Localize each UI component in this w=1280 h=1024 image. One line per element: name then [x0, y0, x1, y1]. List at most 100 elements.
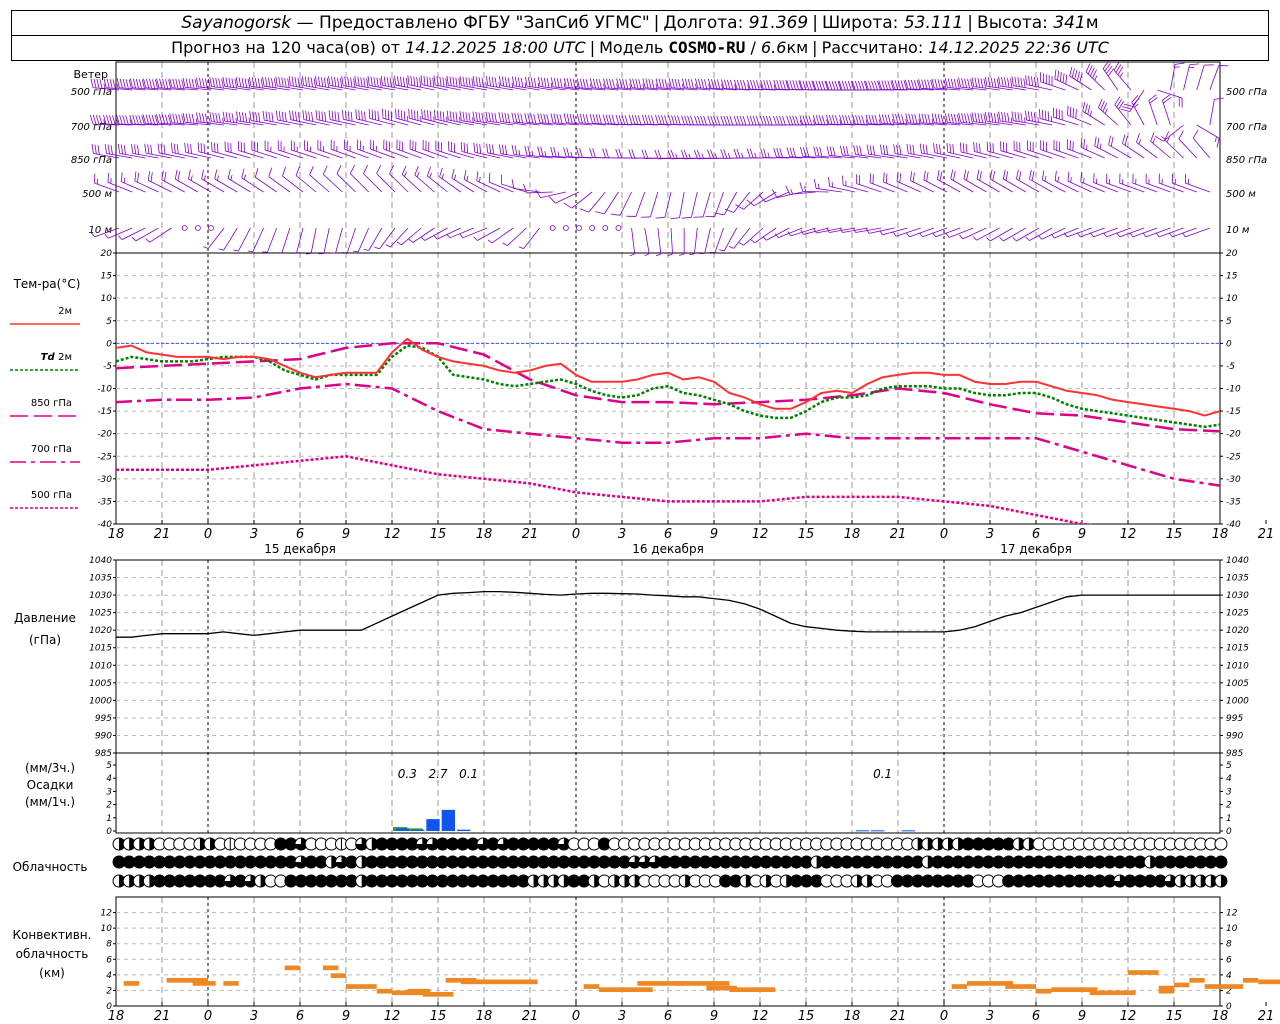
wind-barb-half-feather — [479, 176, 481, 183]
wind-barb-half-feather — [817, 183, 820, 189]
wind-barb-shaft — [896, 180, 921, 193]
wind-barb-half-feather — [655, 253, 662, 257]
wind-barb-shaft — [227, 178, 251, 193]
wind-barb-feather — [763, 79, 767, 90]
wind-barb-feather — [813, 146, 817, 156]
wind-barb-feather — [347, 77, 350, 87]
wind-barb-half-feather — [932, 232, 937, 238]
wind-barb-feather — [455, 77, 458, 87]
wind-barb-shaft — [281, 227, 291, 253]
wind-barb-shaft — [690, 191, 698, 218]
wind-barb-feather — [980, 78, 984, 88]
wind-barb-feather — [185, 78, 189, 88]
wind-barb-calm — [181, 225, 188, 231]
wind-barb-feather — [566, 78, 570, 88]
wind-barb-feather — [218, 113, 221, 123]
wind-barb-feather — [618, 148, 623, 159]
wind-barb-feather — [197, 142, 200, 152]
time-tick-label: 12 — [752, 1009, 769, 1024]
wind-barb-feather — [950, 113, 954, 124]
wind-barb-shaft — [369, 118, 396, 126]
wind-barb-feather — [795, 115, 799, 125]
prec-y-label: Осадки — [27, 778, 74, 792]
wind-barb-feather — [341, 109, 344, 120]
wind-barb-shaft — [1209, 65, 1220, 91]
wind-barb-half-feather — [959, 234, 964, 240]
wind-barb-feather — [716, 115, 721, 126]
wind-barb-feather — [273, 78, 277, 89]
wind-barb-feather — [736, 148, 741, 159]
wind-barb-shaft — [1163, 124, 1184, 142]
time-tick-label: 18 — [476, 1009, 493, 1024]
wind-barb-half-feather — [123, 177, 126, 183]
wind-barb-shaft — [855, 154, 882, 159]
wind-barb-feather — [618, 114, 623, 125]
conv-cloud-bar — [422, 991, 454, 997]
time-axis-bottom: 18 21 0 3 6 9 12 15 18 21 0 3 6 9 12 15 18 21 0 3 6 9 12 15 18 21… — [108, 1002, 1274, 1024]
time-tick-label: 21 — [890, 527, 907, 542]
wind-barb-feather — [903, 80, 908, 90]
time-tick-label: 15 — [430, 527, 447, 542]
wind-barb-feather — [792, 80, 796, 90]
wind-barb-feather — [657, 149, 662, 159]
wind-barb-shaft — [733, 191, 751, 213]
wind-barb-feather — [1102, 102, 1108, 112]
wind-barb-feather — [1001, 77, 1004, 87]
wind-barb-feather — [749, 148, 754, 158]
conv-cloud-bar — [1036, 988, 1052, 994]
wind-barb-feather — [410, 75, 413, 86]
wind-barb-half-feather — [487, 239, 493, 244]
wind-barb-feather — [419, 77, 422, 88]
wind-barb-feather — [175, 78, 179, 89]
conv-cloud-bar — [123, 981, 139, 986]
wind-barb-feather — [244, 112, 248, 123]
y-tick-label-right: 12 — [1226, 909, 1238, 919]
wind-barb-feather — [476, 143, 479, 153]
time-tick-label: 9 — [342, 527, 350, 542]
time-tick-label: 9 — [710, 1009, 718, 1024]
wind-barb-feather — [631, 149, 636, 159]
wind-barb-feather — [370, 76, 373, 87]
wind-barb-feather — [310, 77, 313, 88]
wind-barb-feather — [328, 76, 331, 86]
wind-barb-feather — [349, 164, 355, 174]
wind-barb-feather — [1001, 112, 1004, 122]
y-tick-label-right: 5 — [1226, 761, 1232, 771]
wind-barb-feather — [861, 115, 865, 125]
wind-barb-shaft — [934, 152, 961, 159]
wind-barb-feather — [350, 111, 353, 122]
wind-barb-feather — [374, 110, 377, 121]
y-tick-label-right: -20 — [1226, 430, 1241, 440]
wind-barb-feather — [1047, 111, 1050, 121]
wind-barb-feather — [533, 113, 537, 124]
wind-barb-feather — [395, 108, 397, 119]
wind-barb-feather — [173, 143, 176, 154]
wind-barb-feather — [184, 142, 187, 153]
wind-barb-feather — [337, 77, 340, 88]
wind-barb-feather — [313, 78, 316, 88]
wind-barb-feather — [1084, 103, 1088, 113]
wind-barb-feather — [302, 110, 305, 120]
wind-barb-feather — [403, 111, 406, 121]
wind-barb-feather — [828, 177, 830, 187]
wind-barb-feather — [912, 172, 915, 183]
wind-barb-shaft — [1157, 89, 1183, 99]
wind-barb-shaft — [1148, 100, 1158, 126]
wind-barb-feather — [746, 148, 751, 158]
wind-barb-shaft — [291, 149, 317, 159]
wind-barb-feather — [585, 79, 589, 89]
wind-barb-feather — [1069, 66, 1073, 77]
wind-barb-feather — [432, 77, 435, 88]
wind-barb-feather — [530, 113, 534, 124]
wind-barb-feather — [452, 76, 455, 87]
wind-barb-feather — [723, 115, 728, 126]
wind-barb-feather — [355, 109, 357, 119]
wind-barb-feather — [258, 112, 261, 123]
wind-barb-feather — [953, 114, 957, 124]
time-tick-label: 3 — [618, 1009, 626, 1024]
wind-barb-feather — [214, 169, 218, 180]
cloud-symbols — [112, 837, 1228, 888]
wind-barb-feather — [773, 147, 777, 158]
wind-barb-feather — [463, 170, 467, 180]
time-axis-temp: 18 21 0 3 6 9 12 15 18 21 0 3 6 9 12 15 18 21 0 3 6 9 12 15 18 21… — [108, 520, 1274, 556]
